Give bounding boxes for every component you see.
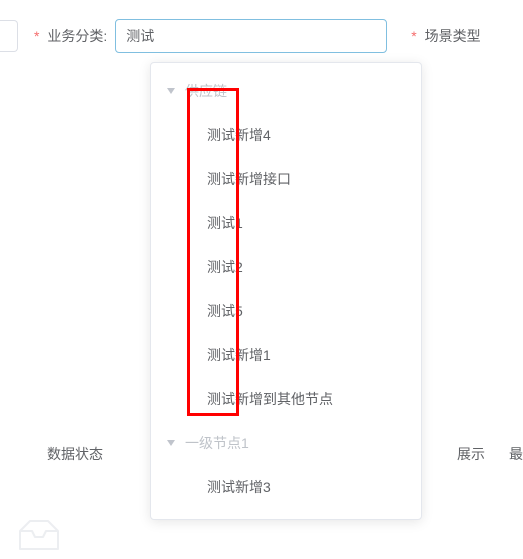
dropdown-item-label: 测试新增3: [207, 477, 271, 497]
dropdown-group-label: 一级节点1: [185, 433, 249, 453]
business-category-dropdown: 供应链 测试新增4 测试新增接口 测试1 测试2 测试5 测试新增1 测试新增到…: [150, 62, 422, 520]
business-category-label: * 业务分类:: [34, 26, 107, 46]
dropdown-item-label: 测试新增4: [207, 125, 271, 145]
caret-down-icon: [167, 440, 175, 446]
column-display-fragment[interactable]: 展示: [457, 444, 485, 464]
scene-type-label-text: 场景类型: [425, 28, 481, 44]
dropdown-item-label: 测试1: [207, 213, 243, 233]
dropdown-item-label: 测试新增接口: [207, 169, 291, 189]
previous-input-fragment[interactable]: [0, 20, 18, 52]
caret-down-icon: [167, 88, 175, 94]
business-category-label-text: 业务分类:: [47, 28, 107, 44]
column-data-status-label: 数据状态: [47, 446, 103, 462]
dropdown-item[interactable]: 测试2: [151, 245, 421, 289]
column-data-status[interactable]: 数据状态: [0, 444, 150, 464]
dropdown-item[interactable]: 测试5: [151, 289, 421, 333]
dropdown-item[interactable]: 测试1: [151, 201, 421, 245]
dropdown-group[interactable]: 一级节点1: [151, 421, 421, 465]
dropdown-item[interactable]: 测试新增1: [151, 333, 421, 377]
dropdown-item[interactable]: 测试新增到其他节点: [151, 377, 421, 421]
required-star-icon: *: [34, 28, 39, 44]
business-category-input[interactable]: [115, 19, 387, 53]
dropdown-item[interactable]: 测试新增3: [151, 465, 421, 509]
dropdown-item-label: 测试新增1: [207, 345, 271, 365]
dropdown-item-label: 测试5: [207, 301, 243, 321]
required-star-icon: *: [411, 28, 416, 44]
dropdown-item-label: 测试新增到其他节点: [207, 389, 333, 409]
dropdown-group[interactable]: 供应链: [151, 69, 421, 113]
empty-state-icon: [16, 517, 62, 553]
dropdown-item-label: 测试2: [207, 257, 243, 277]
column-last-fragment[interactable]: 最: [509, 444, 523, 464]
dropdown-group-label: 供应链: [185, 81, 227, 101]
scene-type-label: * 场景类型: [411, 26, 480, 46]
dropdown-item[interactable]: 测试新增4: [151, 113, 421, 157]
form-row: * 业务分类: * 场景类型: [0, 18, 523, 54]
dropdown-scroll[interactable]: 供应链 测试新增4 测试新增接口 测试1 测试2 测试5 测试新增1 测试新增到…: [151, 63, 421, 519]
dropdown-item[interactable]: 测试新增接口: [151, 157, 421, 201]
